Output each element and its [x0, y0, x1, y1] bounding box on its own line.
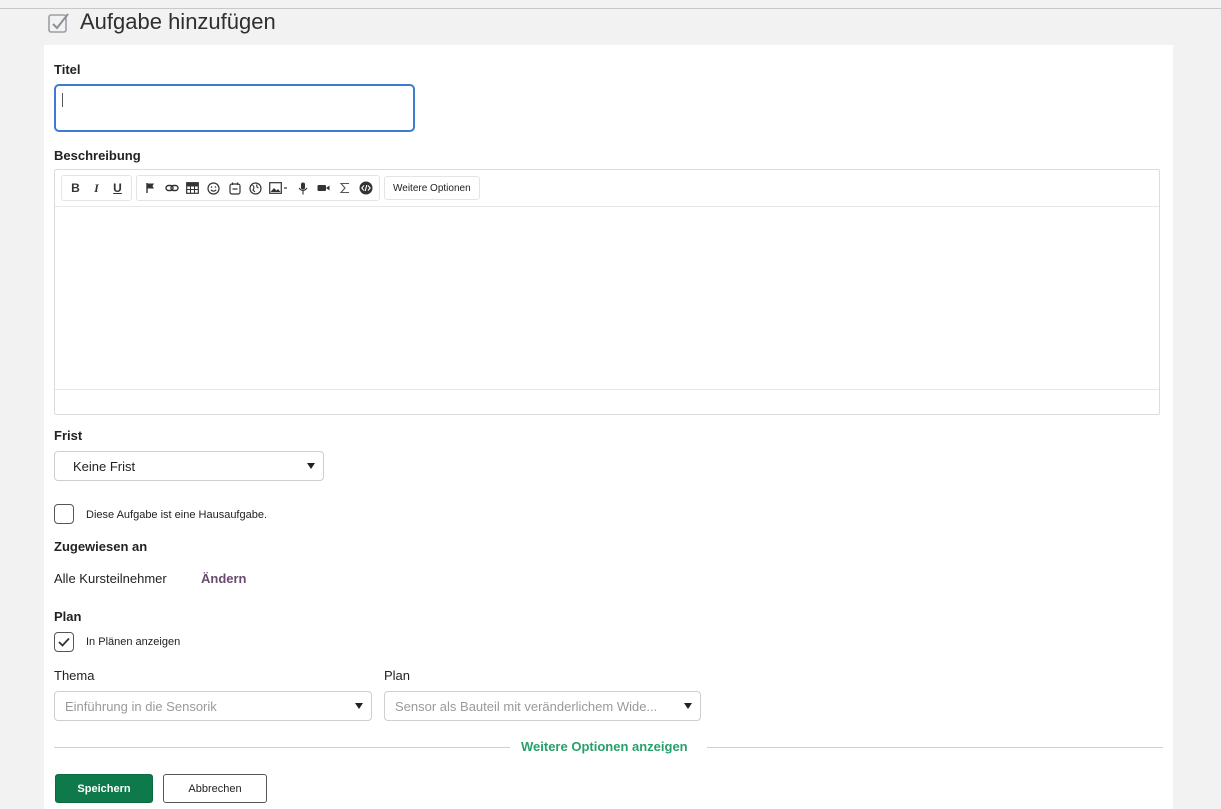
homework-label: Diese Aufgabe ist eine Hausaufgabe. — [86, 509, 268, 521]
table-icon[interactable] — [182, 177, 203, 199]
chevron-down-icon — [684, 703, 692, 709]
plan-section-label: Plan — [54, 609, 82, 624]
plan-value: Sensor als Bauteil mit veränderlichem Wi… — [395, 698, 658, 714]
deadline-select[interactable]: Keine Frist — [54, 451, 324, 481]
title-input[interactable] — [54, 84, 415, 132]
title-label: Titel — [54, 62, 81, 77]
emoji-icon[interactable] — [203, 177, 224, 199]
description-label: Beschreibung — [54, 148, 141, 163]
topic-label: Thema — [54, 668, 95, 683]
deadline-label: Frist — [54, 428, 83, 443]
video-icon[interactable] — [313, 177, 334, 199]
microphone-icon[interactable] — [292, 177, 313, 199]
plan-label: Plan — [384, 668, 411, 683]
italic-button[interactable]: I — [86, 177, 107, 199]
task-form: Titel Beschreibung B I U Weitere Optione… — [44, 45, 1173, 809]
cancel-button[interactable]: Abbrechen — [163, 774, 267, 803]
chevron-down-icon — [307, 463, 315, 469]
show-in-plans-checkbox[interactable] — [54, 632, 74, 652]
assigned-label: Zugewiesen an — [54, 539, 148, 554]
checkmark-icon — [58, 637, 70, 647]
topic-select[interactable]: Einführung in die Sensorik — [54, 691, 372, 721]
task-check-icon — [46, 9, 72, 35]
underline-button[interactable]: U — [107, 177, 128, 199]
editor-content-area[interactable] — [55, 207, 1159, 389]
assigned-value: Alle Kursteilnehmer — [54, 571, 167, 586]
editor-status-bar — [55, 389, 1159, 415]
format-group: B I U — [61, 175, 132, 201]
change-assignment-link[interactable]: Ändern — [201, 571, 247, 586]
more-options-button[interactable]: Weitere Optionen — [384, 176, 480, 200]
globe-icon[interactable] — [245, 177, 266, 199]
page-title: Aufgabe hinzufügen — [80, 9, 276, 34]
text-cursor — [62, 93, 63, 107]
show-more-options-link[interactable]: Weitere Optionen anzeigen — [521, 739, 688, 754]
code-icon[interactable] — [355, 177, 376, 199]
divider-right — [707, 747, 1163, 748]
plan-select[interactable]: Sensor als Bauteil mit veränderlichem Wi… — [384, 691, 701, 721]
chevron-down-icon — [355, 703, 363, 709]
flag-icon[interactable] — [140, 177, 161, 199]
insert-group — [136, 175, 380, 201]
page-header: Aufgabe hinzufügen — [46, 4, 276, 40]
save-button[interactable]: Speichern — [55, 774, 153, 803]
image-icon[interactable] — [266, 177, 292, 199]
show-in-plans-label: In Plänen anzeigen — [86, 636, 181, 648]
homework-checkbox[interactable] — [54, 504, 74, 524]
divider-left — [54, 747, 510, 748]
description-editor: B I U Weitere Optionen — [54, 169, 1160, 415]
bold-button[interactable]: B — [65, 177, 86, 199]
calendar-icon[interactable] — [224, 177, 245, 199]
link-icon[interactable] — [161, 177, 182, 199]
sigma-icon[interactable] — [334, 177, 355, 199]
deadline-value: Keine Frist — [73, 458, 136, 474]
topic-value: Einführung in die Sensorik — [65, 698, 217, 714]
editor-toolbar: B I U Weitere Optionen — [55, 170, 1159, 207]
